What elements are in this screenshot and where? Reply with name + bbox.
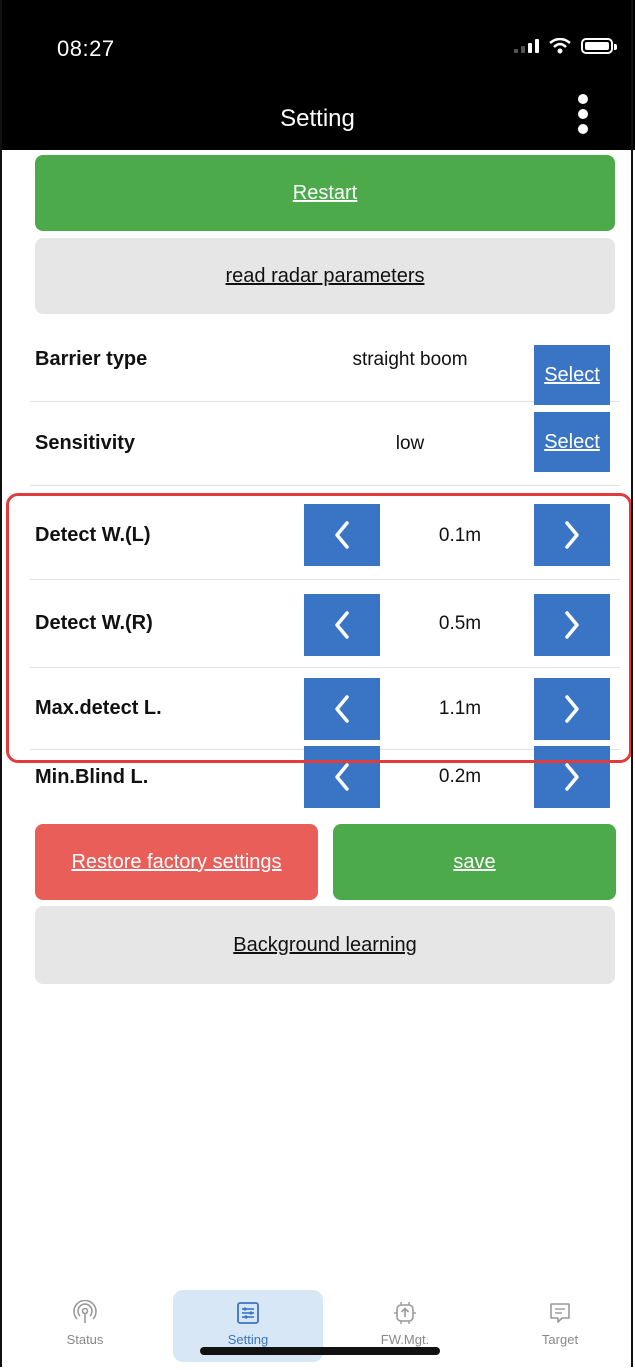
- system-icons: [514, 38, 617, 54]
- detect-width-right-value: 0.5m: [438, 612, 482, 634]
- background-learning-label: Background learning: [233, 933, 417, 956]
- read-radar-parameters-button[interactable]: read radar parameters: [35, 238, 615, 314]
- read-radar-parameters-label: read radar parameters: [225, 264, 425, 287]
- min-blind-length-value: 0.2m: [438, 766, 482, 787]
- save-button[interactable]: save: [333, 824, 616, 900]
- sensitivity-label: Sensitivity: [35, 432, 136, 454]
- detect-width-left-increase-button[interactable]: [534, 504, 610, 566]
- background-learning-button[interactable]: Background learning: [35, 906, 615, 984]
- min-blind-length-row: Min.Blind L. 0.2m: [30, 734, 620, 816]
- chevron-right-icon: [565, 521, 579, 549]
- signal-icon: [514, 39, 539, 53]
- chevron-right-icon: [565, 763, 579, 791]
- chevron-right-icon: [565, 695, 579, 723]
- barrier-type-label: Barrier type: [35, 348, 148, 370]
- tab-fw-mgt-label: FW.Mgt.: [380, 1332, 430, 1347]
- detect-width-right-increase-button[interactable]: [534, 594, 610, 656]
- chevron-left-icon: [335, 611, 349, 639]
- save-label: save: [453, 850, 496, 873]
- max-detect-length-increase-button[interactable]: [534, 678, 610, 740]
- message-icon: [550, 1303, 570, 1323]
- page-title: Setting: [280, 105, 355, 132]
- tab-status-label: Status: [66, 1332, 104, 1347]
- detect-width-right-row: Detect W.(R) 0.5m: [30, 580, 620, 668]
- barrier-type-row: Barrier type straight boom Select: [30, 318, 620, 405]
- top-bar: 08:27 Setting: [0, 0, 635, 150]
- min-blind-length-label: Min.Blind L.: [35, 765, 149, 788]
- restart-button[interactable]: Restart: [35, 155, 615, 231]
- restore-factory-settings-label: Restore factory settings: [71, 850, 282, 873]
- sensitivity-select-button[interactable]: Select: [534, 412, 610, 472]
- settings-list-icon: [237, 1302, 259, 1324]
- sensitivity-value: low: [395, 432, 425, 454]
- battery-icon: [581, 38, 617, 54]
- sensitivity-row: Sensitivity low Select: [30, 402, 620, 486]
- chevron-right-icon: [565, 611, 579, 639]
- more-menu-icon[interactable]: [577, 94, 589, 134]
- bottom-tab-bar: Status Setting FW.Mgt. Target: [0, 1290, 635, 1370]
- tab-setting-label: Setting: [227, 1332, 269, 1347]
- detect-width-right-label: Detect W.(R): [35, 612, 153, 634]
- select-label: Select: [544, 430, 600, 453]
- restore-factory-settings-button[interactable]: Restore factory settings: [35, 824, 318, 900]
- max-detect-length-decrease-button[interactable]: [304, 678, 380, 740]
- chevron-left-icon: [335, 695, 349, 723]
- min-blind-length-decrease-button[interactable]: [304, 746, 380, 808]
- min-blind-length-increase-button[interactable]: [534, 746, 610, 808]
- tab-target[interactable]: Target: [485, 1290, 635, 1362]
- tab-status[interactable]: Status: [10, 1290, 160, 1362]
- detect-width-right-decrease-button[interactable]: [304, 594, 380, 656]
- barrier-type-select-button[interactable]: Select: [534, 345, 610, 405]
- chip-upload-icon: [394, 1302, 416, 1324]
- status-time: 08:27: [57, 36, 115, 61]
- radar-icon: [73, 1300, 97, 1323]
- detect-width-left-row: Detect W.(L) 0.1m: [30, 492, 620, 580]
- barrier-type-value: straight boom: [352, 348, 468, 370]
- chevron-left-icon: [335, 521, 349, 549]
- wifi-icon: [549, 38, 571, 54]
- detect-width-left-label: Detect W.(L): [35, 524, 151, 546]
- home-indicator: [200, 1347, 440, 1355]
- chevron-left-icon: [335, 763, 349, 791]
- select-label: Select: [544, 363, 600, 386]
- restart-button-label: Restart: [292, 181, 358, 204]
- detect-width-left-value: 0.1m: [438, 524, 482, 546]
- detect-width-left-decrease-button[interactable]: [304, 504, 380, 566]
- tab-target-label: Target: [541, 1332, 579, 1347]
